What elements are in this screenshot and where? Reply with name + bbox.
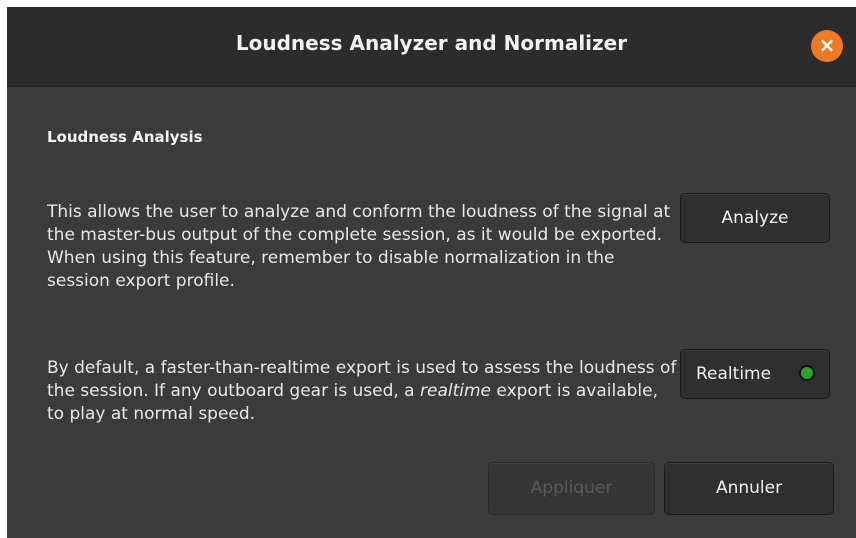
dialog-title: Loudness Analyzer and Normalizer bbox=[235, 31, 628, 55]
apply-button[interactable]: Appliquer bbox=[488, 462, 655, 515]
realtime-button-label: Realtime bbox=[696, 364, 772, 384]
realtime-description-paragraph: By default, a faster-than-realtime expor… bbox=[47, 357, 677, 426]
section-heading: Loudness Analysis bbox=[47, 128, 203, 146]
realtime-toggle-button[interactable]: Realtime bbox=[680, 349, 830, 399]
realtime-emphasis: realtime bbox=[420, 381, 491, 401]
title-bar: Loudness Analyzer and Normalizer × bbox=[7, 7, 856, 87]
description-paragraph: This allows the user to analyze and conf… bbox=[47, 202, 671, 291]
realtime-led-indicator bbox=[799, 365, 815, 381]
cancel-button[interactable]: Annuler bbox=[664, 462, 834, 515]
analyze-button[interactable]: Analyze bbox=[680, 193, 830, 243]
loudness-dialog: Loudness Analyzer and Normalizer × Loudn… bbox=[7, 7, 856, 538]
close-icon[interactable]: × bbox=[811, 30, 843, 62]
